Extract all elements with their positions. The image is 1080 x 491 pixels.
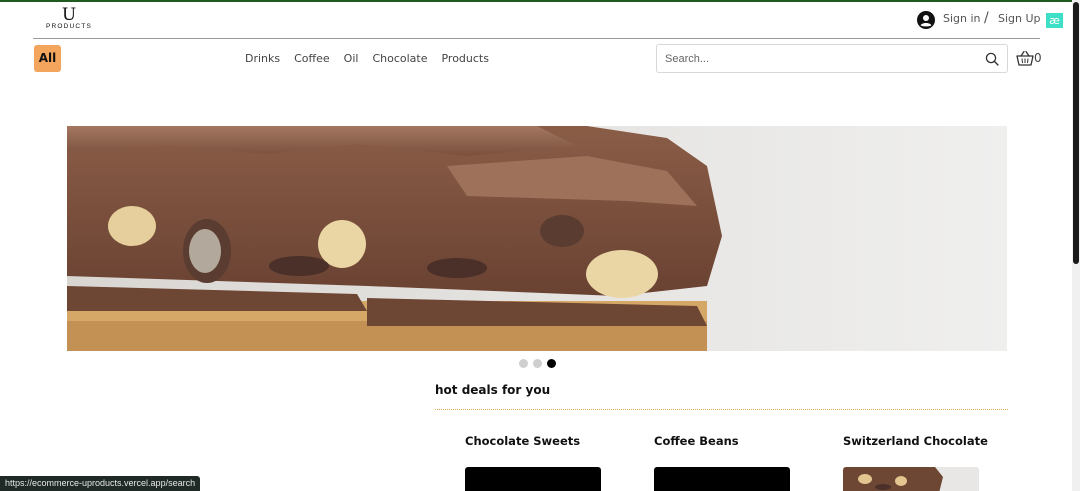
- scrollbar-thumb[interactable]: [1073, 2, 1079, 264]
- auth-separator: /: [984, 10, 989, 26]
- sign-up-link[interactable]: Sign Up: [998, 12, 1041, 25]
- all-categories-button[interactable]: All: [34, 45, 61, 72]
- carousel-dot-2[interactable]: [533, 359, 542, 368]
- window-top-line: [0, 0, 1080, 2]
- deal-card-title[interactable]: Coffee Beans: [654, 434, 739, 448]
- nav-link-drinks[interactable]: Drinks: [245, 52, 280, 65]
- carousel-dot-3[interactable]: [547, 359, 556, 368]
- logo-letter: U: [61, 5, 77, 25]
- logo-word: PRODUCTS: [45, 23, 93, 30]
- search-input[interactable]: [665, 51, 965, 67]
- search-icon[interactable]: [985, 52, 999, 66]
- category-nav: Drinks Coffee Oil Chocolate Products: [245, 52, 489, 65]
- deal-card-image[interactable]: [843, 467, 979, 491]
- hot-deals-heading: hot deals for you: [435, 383, 551, 397]
- deal-card-title[interactable]: Chocolate Sweets: [465, 434, 580, 448]
- nav-link-products[interactable]: Products: [441, 52, 489, 65]
- basket-icon[interactable]: [1016, 50, 1034, 66]
- hot-deals-divider: [435, 409, 1008, 410]
- deal-card-image[interactable]: [654, 467, 790, 491]
- deal-card-chocolate-image: [843, 467, 979, 491]
- nav-link-oil[interactable]: Oil: [344, 52, 359, 65]
- header-divider: [33, 38, 1040, 39]
- search-box: [656, 44, 1008, 73]
- site-logo[interactable]: U PRODUCTS: [42, 5, 96, 32]
- carousel-dots: [519, 359, 556, 368]
- sign-in-link[interactable]: Sign in: [943, 12, 981, 25]
- nav-link-chocolate[interactable]: Chocolate: [372, 52, 427, 65]
- carousel-dot-1[interactable]: [519, 359, 528, 368]
- hero-banner-image: [67, 126, 1007, 351]
- deal-card-title[interactable]: Switzerland Chocolate: [843, 434, 988, 448]
- user-account-icon[interactable]: [917, 11, 935, 29]
- status-bar-url: https://ecommerce-uproducts.vercel.app/s…: [0, 476, 201, 491]
- chocolate-bar-image: [67, 126, 1007, 351]
- cart-count: 0: [1034, 51, 1042, 65]
- nav-link-coffee[interactable]: Coffee: [294, 52, 330, 65]
- language-badge[interactable]: æ: [1046, 13, 1063, 28]
- deal-card-image[interactable]: [465, 467, 601, 491]
